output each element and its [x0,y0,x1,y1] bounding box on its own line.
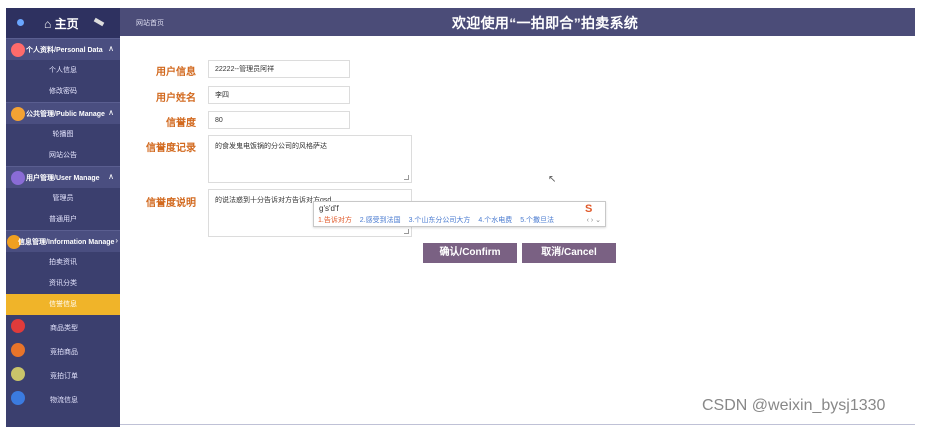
sidebar-item-carousel[interactable]: 轮播图 [6,124,120,145]
ime-composition: g's'd'f [319,204,339,213]
chevron-up-icon: ∧ [108,44,114,53]
user-info-label: 用户信息 [156,67,196,78]
ime-candidate[interactable]: 1.告诉对方 [318,217,352,224]
ime-candidate[interactable]: 4.个水电费 [478,217,512,224]
ime-page-nav[interactable]: ‹ › ⌄ [587,216,601,224]
ringed-planet-icon [11,367,25,381]
group-label: 公共管理/Public Manage [26,111,105,118]
sidebar-item-product-type[interactable]: 商品类型 [6,315,120,339]
ime-candidate[interactable]: 3.个山东分公司大方 [409,217,471,224]
credit-record-label: 信誉度记录 [146,143,196,154]
credit-desc-label: 信誉度说明 [146,198,196,209]
sidebar-item-personal-info[interactable]: 个人信息 [6,60,120,81]
sidebar: ⌂ 主页 个人资料/Personal Data ∧ 个人信息 修改密码 公共管理… [6,8,120,427]
credit-record-textarea[interactable]: 的食发鬼电饭锅的分公司的风格萨达 [208,135,412,183]
group-information-manage[interactable]: 信息管理/Information Manage › [6,230,120,252]
cancel-button[interactable]: 取消/Cancel [522,243,616,263]
resize-handle-icon[interactable] [404,175,409,180]
user-name-label: 用户姓名 [156,93,196,104]
sidebar-item-logistics[interactable]: 物流信息 [6,387,120,411]
sogou-logo-icon: S [585,203,593,215]
group-label: 用户管理/User Manage [26,175,100,182]
sidebar-home[interactable]: ⌂ 主页 [6,8,120,38]
sidebar-item-label: 商品类型 [50,325,78,332]
group-public-manage[interactable]: 公共管理/Public Manage ∧ [6,102,120,124]
sidebar-item-credit-info[interactable]: 信誉信息 [6,294,120,315]
chevron-up-icon: ∧ [108,108,114,117]
sidebar-item-announcement[interactable]: 网站公告 [6,145,120,166]
sidebar-item-auction-news[interactable]: 拍卖资讯 [6,252,120,273]
confirm-button[interactable]: 确认/Confirm [423,243,517,263]
sidebar-item-label: 竞拍商品 [50,349,78,356]
user-info-field[interactable] [208,60,350,78]
public-manage-icon [11,107,25,121]
ime-candidate-popup: g's'd'f 1.告诉对方 2.感受到法国 3.个山东分公司大方 4.个水电费… [313,201,606,227]
planet-icon [17,19,24,26]
divider [120,424,915,425]
top-header: 网站首页 欢迎使用“一拍即合”拍卖系统 [120,8,915,36]
ime-candidate[interactable]: 5.个撒旦法 [520,217,554,224]
sidebar-item-bidding-products[interactable]: 竞拍商品 [6,339,120,363]
page-title: 欢迎使用“一拍即合”拍卖系统 [452,15,639,31]
sidebar-item-admin[interactable]: 管理员 [6,188,120,209]
ime-candidate[interactable]: 2.感受到法国 [360,217,401,224]
sidebar-item-label: 竞拍订单 [50,373,78,380]
group-personal-data[interactable]: 个人资料/Personal Data ∧ [6,38,120,60]
red-planet-icon [11,319,25,333]
blue-planet-icon [11,391,25,405]
watermark: CSDN @weixin_bysj1330 [702,397,886,414]
breadcrumb[interactable]: 网站首页 [136,18,164,28]
orange-planet-icon [11,343,25,357]
group-label: 信息管理/Information Manage [18,239,115,246]
credit-record-text: 的食发鬼电饭锅的分公司的风格萨达 [215,143,327,150]
credit-label: 信誉度 [166,118,196,129]
user-manage-icon [11,171,25,185]
sidebar-item-news-category[interactable]: 资讯分类 [6,273,120,294]
sidebar-item-change-password[interactable]: 修改密码 [6,81,120,102]
chevron-up-icon: ∧ [108,172,114,181]
sidebar-item-bidding-orders[interactable]: 竞拍订单 [6,363,120,387]
resize-handle-icon[interactable] [404,229,409,234]
sidebar-item-users[interactable]: 普通用户 [6,209,120,230]
group-label: 个人资料/Personal Data [26,47,103,54]
ime-candidate-list: 1.告诉对方 2.感受到法国 3.个山东分公司大方 4.个水电费 5.个撒旦法 [318,215,560,225]
mouse-cursor-icon: ↖ [548,174,557,185]
credit-field[interactable] [208,111,350,129]
home-label: ⌂ 主页 [44,17,79,31]
chevron-icon: › [115,236,118,245]
user-name-field[interactable] [208,86,350,104]
group-user-manage[interactable]: 用户管理/User Manage ∧ [6,166,120,188]
sidebar-item-label: 物流信息 [50,397,78,404]
rocket-icon [93,17,105,27]
personal-data-icon [11,43,25,57]
